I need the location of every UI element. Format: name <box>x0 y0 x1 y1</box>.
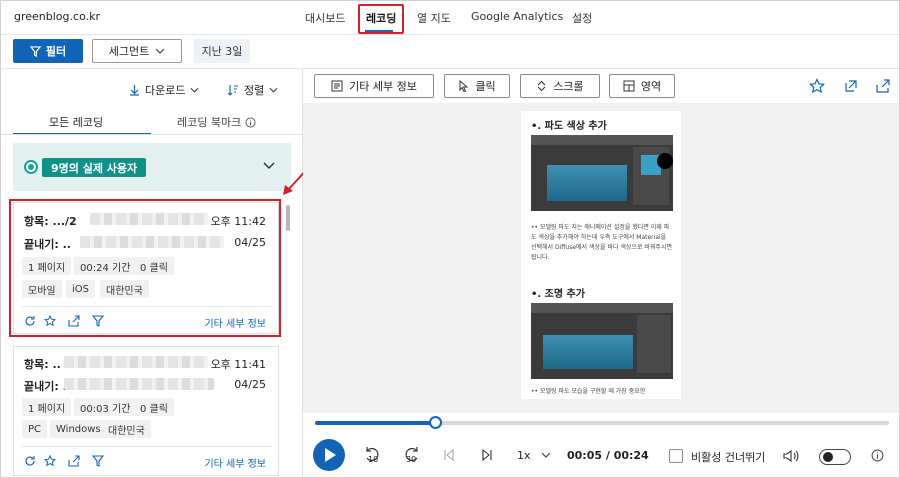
tab-settings[interactable]: 설정 <box>572 10 592 26</box>
star-icon[interactable] <box>44 455 56 467</box>
funnel-icon <box>29 45 41 57</box>
recording-time: 오후 11:41 <box>210 358 266 371</box>
download-icon <box>130 85 139 96</box>
country-chip: 대한민국 <box>102 420 151 438</box>
page-heading: •. 파도 색상 추가 <box>531 121 607 132</box>
area-button[interactable]: 영역 <box>609 74 675 98</box>
tab-all-recordings[interactable]: 모든 레코딩 <box>49 114 103 130</box>
details-label: 기타 세부 정보 <box>349 80 417 93</box>
radio-dot-icon <box>24 160 38 174</box>
info-icon <box>245 116 256 128</box>
chevron-down-icon[interactable] <box>261 157 277 173</box>
page-paragraph: •• 모델링 파도 지는 애니메이션 설정을 했다면 이제 파도 색상을 추가해… <box>531 224 672 261</box>
chevron-down-icon <box>155 48 165 54</box>
details-button[interactable]: 기타 세부 정보 <box>314 74 434 98</box>
download-label: 다운로드 <box>145 84 186 97</box>
playback-speed[interactable]: 1x <box>517 449 531 462</box>
chevron-down-icon <box>269 87 278 93</box>
filter-label: 필터 <box>45 45 67 58</box>
open-external-icon[interactable] <box>843 78 859 94</box>
click-button[interactable]: 클릭 <box>444 74 510 98</box>
tab-google-analytics[interactable]: Google Analytics <box>471 10 563 23</box>
sort-label: 정렬 <box>244 84 265 97</box>
tab-recording-bookmarks[interactable]: 레코딩 북마크 <box>177 114 256 130</box>
info-icon[interactable] <box>871 449 884 462</box>
scroll-icon <box>537 80 546 92</box>
date-range-chip[interactable]: 지난 3일 <box>194 39 250 63</box>
real-users-badge: 9명의 실제 사용자 <box>42 158 147 177</box>
download-button[interactable]: 다운로드 <box>129 82 199 98</box>
player-panel: 기타 세부 정보 클릭 스크롤 영역 •. 파도 색상 추가 •• 모델링 파도… <box>303 69 899 477</box>
more-details-link[interactable]: 기타 세부 정보 <box>204 455 266 470</box>
area-icon <box>623 80 635 92</box>
bookmark-tab-label: 레코딩 북마크 <box>177 116 242 129</box>
play-button[interactable] <box>313 439 345 471</box>
filter-bar: 필터 세그먼트 지난 3일 <box>1 35 899 69</box>
scroll-label: 스크롤 <box>553 80 584 93</box>
share-icon[interactable] <box>68 455 80 467</box>
time-readout: 00:05 / 00:24 <box>567 449 649 462</box>
click-count-chip: 0 클릭 <box>134 398 174 416</box>
recording-date: 04/25 <box>234 378 266 391</box>
page-screenshot-image <box>531 303 673 379</box>
scroll-button[interactable]: 스크롤 <box>520 74 600 98</box>
scrollbar-thumb[interactable] <box>286 205 290 231</box>
device-chip: PC <box>22 420 48 438</box>
page-screenshot-image <box>531 135 673 211</box>
blurred-url <box>64 356 208 368</box>
top-bar: greenblog.co.kr 대시보드 레코딩 열 지도 Google Ana… <box>1 1 899 35</box>
sort-button[interactable]: 정렬 <box>227 82 278 98</box>
zoom-icon <box>657 153 673 169</box>
page-heading: •. 조명 추가 <box>531 289 585 300</box>
recordings-panel: 다운로드 정렬 모든 레코딩 레코딩 북마크 9명의 실제 사용자 항목: ..… <box>1 69 303 477</box>
tab-heatmaps[interactable]: 열 지도 <box>417 10 451 26</box>
skip-previous-icon[interactable] <box>443 449 455 461</box>
chevron-down-icon <box>191 87 199 93</box>
highlight-box-tab <box>358 4 404 34</box>
app-window: greenblog.co.kr 대시보드 레코딩 열 지도 Google Ana… <box>0 0 900 478</box>
share-icon[interactable] <box>875 78 891 94</box>
refresh-icon[interactable] <box>24 455 36 467</box>
skip-next-icon[interactable] <box>481 449 493 461</box>
blurred-url <box>64 378 214 390</box>
chevron-down-icon[interactable] <box>541 452 551 458</box>
details-icon <box>331 80 343 92</box>
tab-dashboard[interactable]: 대시보드 <box>305 10 345 26</box>
rewind-seconds: 10 <box>368 455 379 464</box>
tabs-divider <box>1 134 302 135</box>
recording-card[interactable]: 항목: .. 오후 11:41 끝내기: .. 04/25 1 페이지 00:0… <box>13 346 279 476</box>
cursor-icon <box>459 80 469 92</box>
duration-chip: 00:03 기간 <box>74 398 137 416</box>
segment-dropdown[interactable]: 세그먼트 <box>92 39 182 63</box>
click-label: 클릭 <box>475 80 496 93</box>
segment-label: 세그먼트 <box>108 45 150 58</box>
volume-icon[interactable] <box>783 449 799 463</box>
card-divider <box>22 446 272 447</box>
forward-seconds: 30 <box>406 455 417 464</box>
filter-button[interactable]: 필터 <box>13 39 83 63</box>
funnel-icon[interactable] <box>92 455 104 467</box>
progress-handle[interactable] <box>429 416 442 429</box>
recording-stage: •. 파도 색상 추가 •• 모델링 파도 지는 애니메이션 설정을 했다면 이… <box>303 103 899 413</box>
skip-inactive-label: 비활성 건너뛰기 <box>691 451 766 464</box>
skip-inactive-checkbox[interactable] <box>669 449 683 463</box>
site-name: greenblog.co.kr <box>14 10 100 23</box>
page-paragraph: •• 모델링 파도 모습을 구현할 때 가장 중요한 <box>531 388 646 395</box>
os-chip: Windows <box>50 420 107 438</box>
dark-mode-toggle[interactable] <box>819 449 851 465</box>
real-users-group[interactable]: 9명의 실제 사용자 <box>13 143 291 191</box>
recorded-page: •. 파도 색상 추가 •• 모델링 파도 지는 애니메이션 설정을 했다면 이… <box>521 111 681 399</box>
highlight-box-card <box>9 199 281 337</box>
sort-icon <box>227 85 238 96</box>
page-count-chip: 1 페이지 <box>22 398 72 416</box>
entry-page: 항목: .. <box>24 358 61 371</box>
progress-fill <box>315 421 435 425</box>
star-icon[interactable] <box>809 78 825 94</box>
area-label: 영역 <box>640 80 662 93</box>
